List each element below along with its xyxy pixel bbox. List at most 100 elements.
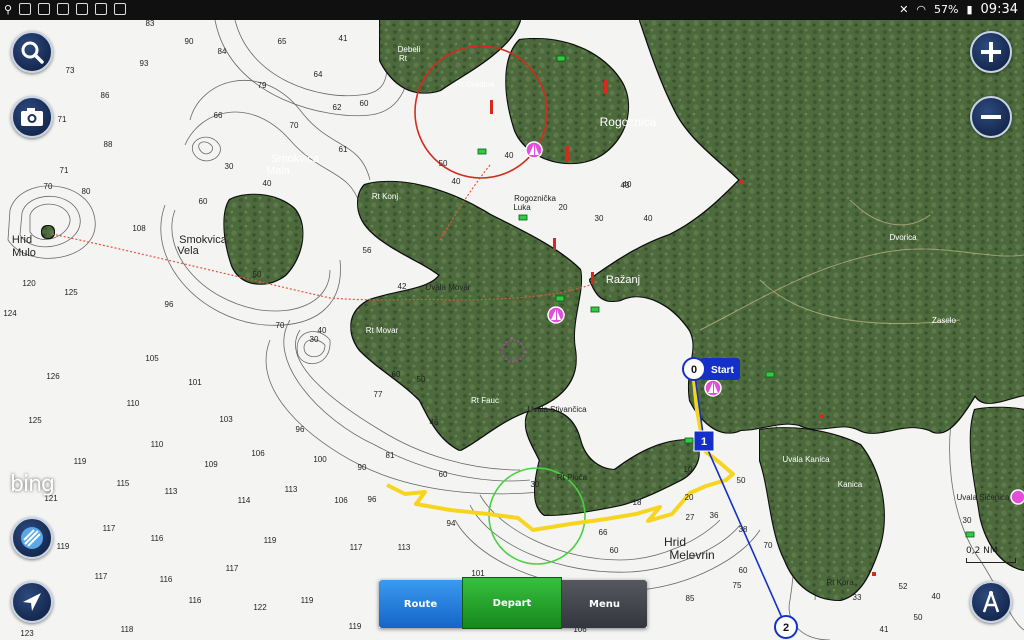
depth-sounding: 109 — [204, 460, 218, 469]
depth-sounding: 60 — [199, 197, 208, 206]
place-label: Uvala Kanica — [782, 455, 830, 464]
depth-sounding: 60 — [610, 546, 619, 555]
depth-sounding: 40 — [318, 326, 327, 335]
waypoint-label: 0 — [691, 364, 697, 376]
depth-sounding: 60 — [392, 370, 401, 379]
depth-sounding: 96 — [368, 495, 377, 504]
sailboat-icon[interactable] — [704, 379, 722, 397]
route-button[interactable]: Route — [379, 580, 462, 628]
depth-sounding: 42 — [398, 282, 407, 291]
place-label: Rt Ploča — [557, 473, 588, 482]
depth-sounding: 113 — [398, 543, 411, 552]
depth-sounding: 80 — [82, 187, 91, 196]
sailboat-icon[interactable] — [525, 141, 543, 159]
depth-sounding: 40 — [505, 151, 514, 160]
nautical-chart-map[interactable]: RogoznicaSmokvicaMalaSmokvicaVelaHridMul… — [0, 0, 1024, 640]
place-label: Hrid — [12, 234, 32, 246]
depth-sounding: 106 — [334, 496, 348, 505]
start-label: Start — [711, 365, 734, 376]
camera-button[interactable] — [11, 96, 53, 138]
camera-icon — [21, 108, 43, 126]
depth-sounding: 40 — [263, 179, 272, 188]
depth-sounding: 88 — [104, 140, 113, 149]
depth-sounding: 125 — [64, 288, 78, 297]
depth-sounding: 119 — [349, 622, 362, 631]
depth-sounding: 40 — [452, 177, 461, 186]
place-label: Ražanj — [606, 274, 640, 286]
notification-icon — [19, 3, 32, 15]
depth-sounding: 70 — [276, 321, 285, 330]
navigate-button[interactable] — [11, 581, 53, 623]
sailboat-icon[interactable] — [547, 306, 565, 324]
depth-sounding: 96 — [165, 300, 174, 309]
mute-icon: ✕ — [899, 3, 909, 16]
depth-sounding: 43 — [621, 181, 630, 190]
depth-sounding: 20 — [685, 493, 694, 502]
depth-sounding: 110 — [127, 399, 140, 408]
depth-sounding: 60 — [739, 566, 748, 575]
route-waypoint[interactable]: 2 — [774, 615, 798, 639]
depth-sounding: 116 — [160, 575, 173, 584]
search-button[interactable] — [11, 31, 53, 73]
depth-sounding: 73 — [66, 66, 75, 75]
depth-sounding: 101 — [188, 378, 202, 387]
zoom-in-icon — [981, 42, 1001, 62]
depth-sounding: 119 — [264, 536, 277, 545]
depth-sounding: 50 — [417, 375, 426, 384]
waypoint-label: 2 — [783, 622, 789, 634]
depth-sounding: 77 — [374, 390, 383, 399]
place-label: Vela — [177, 245, 199, 257]
layers-icon — [21, 527, 43, 549]
depth-sounding: 70 — [290, 121, 299, 130]
notification-icon — [38, 3, 51, 15]
depth-sounding: 52 — [899, 582, 908, 591]
depth-sounding: 120 — [22, 279, 36, 288]
depth-sounding: 119 — [301, 596, 314, 605]
navigate-icon — [23, 593, 41, 611]
layers-button[interactable] — [11, 517, 53, 559]
depth-sounding: 65 — [278, 37, 287, 46]
depth-sounding: 118 — [121, 625, 134, 634]
clock: 09:34 — [980, 2, 1018, 17]
zoom-in-button[interactable] — [970, 31, 1012, 73]
menu-button[interactable]: Menu — [562, 580, 647, 628]
depth-sounding: 116 — [151, 534, 164, 543]
place-label: Mala — [266, 165, 291, 177]
wifi-icon: ◠ — [916, 3, 927, 16]
depth-sounding: 27 — [686, 513, 695, 522]
depth-sounding: 46 — [430, 418, 439, 427]
place-label: Debeli — [398, 45, 421, 54]
depth-sounding: 71 — [58, 115, 67, 124]
compass-icon — [982, 591, 1000, 613]
depth-sounding: 71 — [60, 166, 69, 175]
depth-sounding: 60 — [439, 470, 448, 479]
depth-sounding: 106 — [251, 449, 265, 458]
waypoint-label: 1 — [701, 436, 707, 448]
depth-sounding: 66 — [599, 528, 608, 537]
sailboat-icon[interactable] — [1010, 489, 1024, 505]
depth-sounding: 126 — [46, 372, 60, 381]
route-waypoint[interactable]: 0 — [682, 357, 706, 381]
depth-sounding: 30 — [963, 516, 972, 525]
depth-sounding: 116 — [189, 596, 202, 605]
depth-sounding: 70 — [764, 541, 773, 550]
depth-sounding: 94 — [447, 519, 456, 528]
scale-bar-line — [966, 558, 1016, 563]
place-label: Rt Kora — [826, 578, 854, 587]
depth-sounding: 110 — [151, 440, 164, 449]
depth-sounding: 64 — [314, 70, 323, 79]
scale-bar: 0,2 NM — [966, 546, 1016, 566]
depth-sounding: 81 — [386, 451, 395, 460]
depth-sounding: 113 — [165, 487, 178, 496]
place-label: Rt Movar — [366, 326, 399, 335]
route-tool-button[interactable] — [970, 581, 1012, 623]
location-icon: ⚲ — [4, 3, 13, 16]
depth-sounding: 61 — [339, 145, 348, 154]
depth-sounding: 70 — [44, 182, 53, 191]
depart-button[interactable]: Depart — [462, 577, 562, 629]
depth-sounding: 30 — [595, 214, 604, 223]
depth-sounding: 30 — [531, 480, 540, 489]
zoom-out-button[interactable] — [970, 96, 1012, 138]
place-label: Rt — [399, 54, 408, 63]
route-waypoint[interactable]: 1 — [693, 430, 715, 452]
